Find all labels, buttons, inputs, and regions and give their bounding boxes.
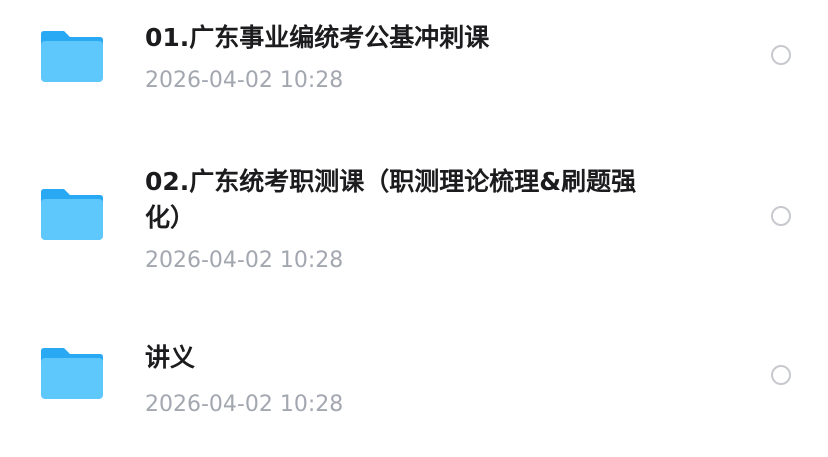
folder-icon xyxy=(41,31,103,82)
file-row[interactable]: 讲义 2026-04-02 10:28 xyxy=(0,320,828,430)
file-date: 2026-04-02 10:28 xyxy=(145,248,344,273)
folder-icon xyxy=(41,189,103,240)
select-checkbox[interactable] xyxy=(771,206,791,226)
file-row[interactable]: 01.广东事业编统考公基冲刺课 2026-04-02 10:28 xyxy=(0,0,828,110)
file-info: 讲义 2026-04-02 10:28 xyxy=(145,340,655,420)
file-info: 02.广东统考职测课（职测理论梳理&刷题强化） 2026-04-02 10:28 xyxy=(145,164,655,276)
file-date: 2026-04-02 10:28 xyxy=(145,392,344,417)
select-checkbox[interactable] xyxy=(771,365,791,385)
folder-icon xyxy=(41,348,103,399)
file-name: 讲义 xyxy=(145,343,196,372)
file-row[interactable]: 02.广东统考职测课（职测理论梳理&刷题强化） 2026-04-02 10:28 xyxy=(0,150,828,280)
file-list: 01.广东事业编统考公基冲刺课 2026-04-02 10:28 02.广东统考… xyxy=(0,0,828,457)
select-checkbox[interactable] xyxy=(771,45,791,65)
file-name: 01.广东事业编统考公基冲刺课 xyxy=(145,23,490,52)
file-name: 02.广东统考职测课（职测理论梳理&刷题强化） xyxy=(145,167,637,232)
file-info: 01.广东事业编统考公基冲刺课 2026-04-02 10:28 xyxy=(145,20,655,96)
file-date: 2026-04-02 10:28 xyxy=(145,68,344,93)
